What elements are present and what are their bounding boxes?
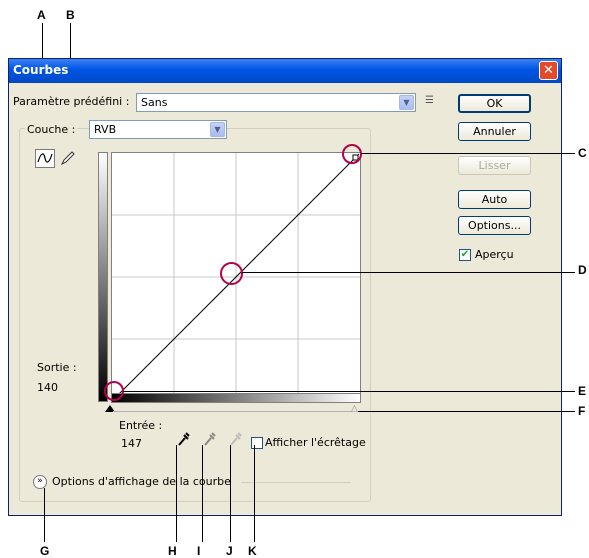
show-clipping-checkbox[interactable] (251, 437, 263, 449)
leader-i (202, 445, 203, 542)
window-title: Courbes (13, 63, 69, 77)
highlight-circle-center-point (220, 262, 243, 285)
leader-h (176, 445, 177, 542)
channel-select[interactable]: RVB ▼ (89, 120, 227, 139)
options-divider (241, 482, 351, 483)
pencil-tool-button[interactable] (59, 149, 77, 167)
callout-i: I (197, 544, 201, 558)
callout-a: A (37, 8, 46, 22)
ok-button[interactable]: OK (458, 94, 531, 113)
preset-select[interactable]: Sans ▼ (136, 93, 416, 112)
preset-value: Sans (141, 96, 168, 109)
slider-track (113, 411, 351, 412)
preset-menu-icon[interactable]: ☰ (425, 95, 434, 106)
smooth-button[interactable]: Lisser (458, 156, 531, 175)
auto-button[interactable]: Auto (458, 190, 531, 209)
callout-e: E (578, 384, 587, 398)
callout-f: F (578, 404, 586, 418)
leader-j (230, 445, 231, 542)
expand-chevron-icon[interactable]: » (33, 475, 47, 489)
input-value: 147 (121, 437, 142, 450)
show-clipping-label: Afficher l'écrêtage (265, 436, 366, 449)
output-label: Sortie : (37, 361, 77, 374)
options-button[interactable]: Options... (458, 216, 531, 235)
close-button[interactable]: ✕ (539, 61, 558, 80)
callout-b: B (66, 8, 75, 22)
output-gradient-bar (98, 152, 108, 402)
callout-g: G (40, 544, 50, 558)
leader-g (44, 488, 45, 542)
close-icon: ✕ (543, 63, 554, 78)
curve-tool-button[interactable] (35, 149, 55, 168)
highlight-circle-top-point (342, 144, 362, 164)
leader-d (242, 272, 575, 273)
input-gradient-bar (111, 393, 361, 403)
curve-tool-icon (37, 153, 53, 163)
black-eyedropper-icon[interactable] (177, 431, 191, 447)
leader-k (254, 445, 255, 542)
leader-f (358, 411, 575, 412)
leader-c (361, 153, 575, 154)
cancel-button[interactable]: Annuler (458, 122, 531, 141)
gray-eyedropper-icon[interactable] (203, 431, 217, 447)
callout-d: D (578, 263, 587, 277)
callout-h: H (168, 544, 177, 558)
input-label: Entrée : (119, 419, 163, 432)
white-point-slider[interactable]: △ (351, 404, 358, 414)
preview-checkbox[interactable]: ✔ (459, 249, 471, 261)
white-eyedropper-icon[interactable] (229, 431, 243, 447)
callout-j: J (226, 544, 233, 558)
title-bar[interactable]: Courbes ✕ (9, 59, 561, 83)
curves-dialog: Courbes ✕ Paramètre prédéfini : Sans ▼ ☰… (8, 58, 562, 516)
chevron-down-icon: ▼ (399, 95, 414, 110)
preview-label: Aperçu (475, 248, 514, 261)
chevron-down-icon: ▼ (210, 122, 225, 137)
leader-e (123, 391, 575, 392)
callout-k: K (248, 544, 257, 558)
preset-label: Paramètre prédéfini : (13, 95, 130, 108)
output-value: 140 (37, 381, 58, 394)
channel-value: RVB (94, 123, 117, 136)
highlight-circle-bottom-point (104, 381, 124, 401)
curve-display-options-label[interactable]: Options d'affichage de la courbe (52, 475, 231, 488)
pencil-tool-icon (60, 151, 75, 166)
channel-label: Couche : (25, 123, 78, 136)
callout-c: C (578, 146, 587, 160)
